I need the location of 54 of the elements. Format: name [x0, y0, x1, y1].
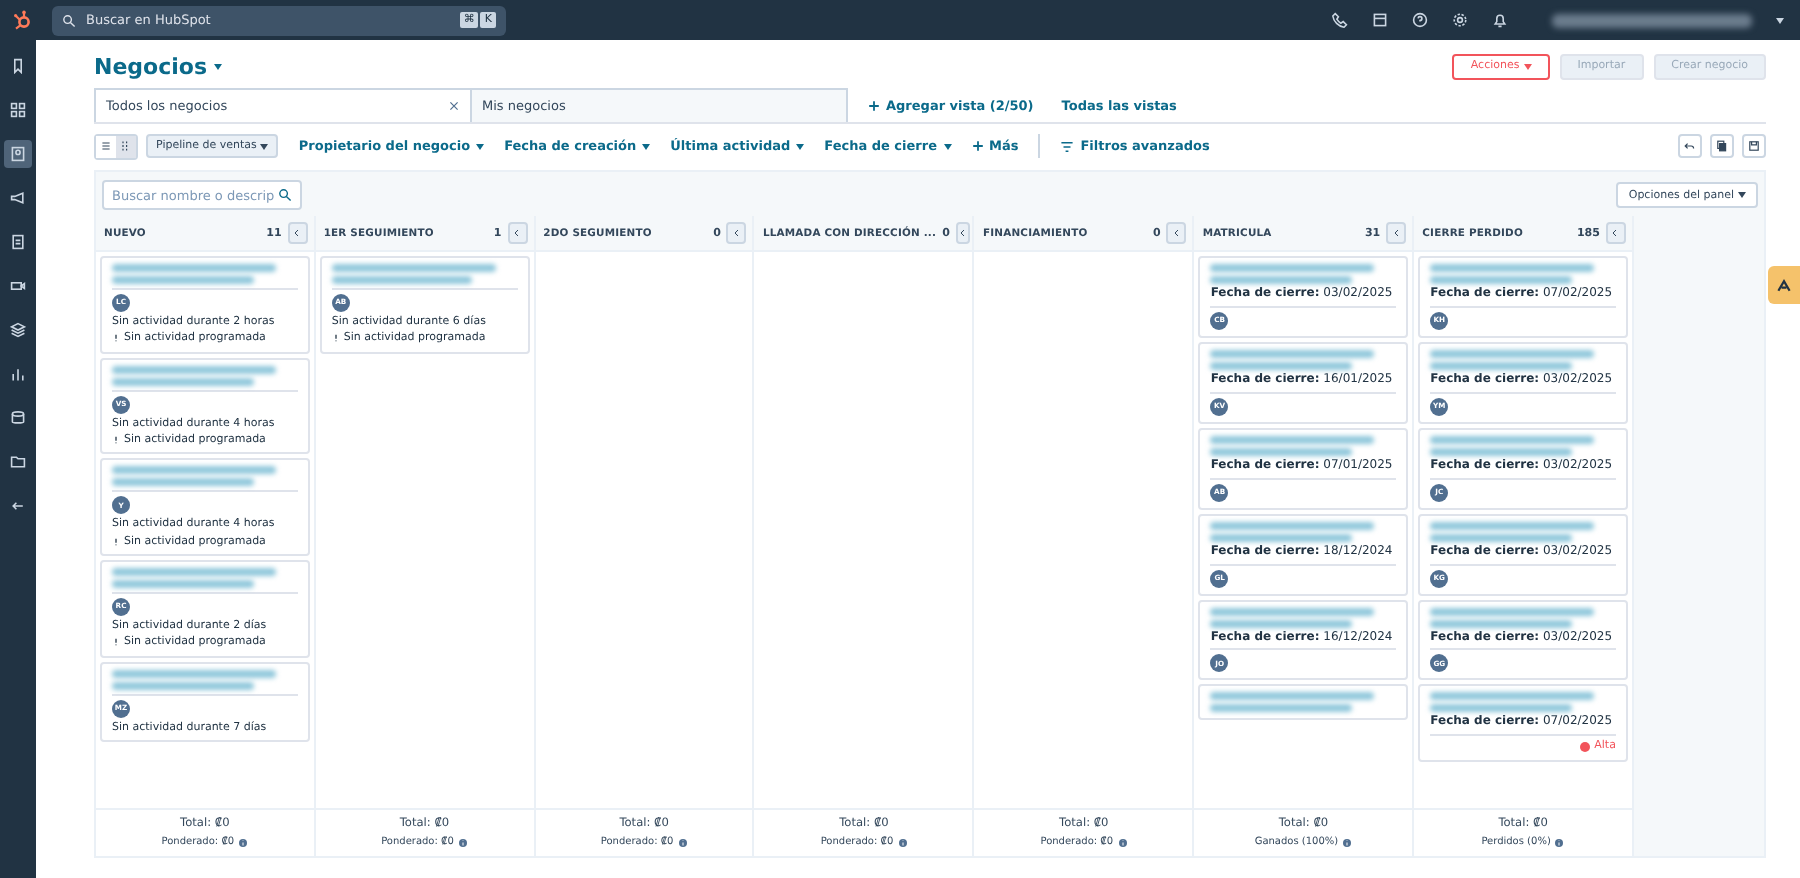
copy-icon[interactable]: [1716, 140, 1728, 152]
exclamation-icon[interactable]: [112, 334, 120, 343]
video-icon[interactable]: [10, 278, 26, 294]
caret-icon: [260, 143, 269, 149]
caret-icon: [476, 143, 485, 149]
chart-icon[interactable]: [10, 366, 26, 382]
search-icon[interactable]: [278, 188, 292, 202]
caret-icon: [943, 143, 951, 149]
grid-icon[interactable]: [10, 102, 26, 118]
document-icon[interactable]: [10, 234, 26, 250]
info-icon[interactable]: [1117, 837, 1128, 847]
exclamation-icon[interactable]: [112, 436, 120, 445]
exclamation-icon[interactable]: [112, 537, 120, 546]
bell-icon[interactable]: [1492, 12, 1508, 28]
save-button[interactable]: [1742, 134, 1766, 158]
caret-icon: [796, 143, 805, 149]
sprocket-logo-icon[interactable]: [12, 10, 32, 30]
exclamation-icon[interactable]: [331, 334, 340, 343]
info-icon[interactable]: [1342, 837, 1353, 847]
caret-icon: [213, 63, 221, 69]
plus-icon[interactable]: [971, 140, 983, 152]
info-icon[interactable]: [677, 837, 688, 847]
close-icon[interactable]: [448, 100, 460, 112]
settings-icon[interactable]: [1452, 12, 1468, 28]
collapse-arrow-icon[interactable]: [10, 498, 26, 514]
folder-icon[interactable]: [10, 454, 26, 470]
phone-icon[interactable]: [1332, 12, 1348, 28]
floating-assistant-tab[interactable]: [1768, 266, 1800, 304]
logo-mark-icon[interactable]: [1776, 277, 1792, 293]
grid-icon[interactable]: [120, 140, 132, 152]
caret-icon: [1738, 192, 1746, 198]
info-icon[interactable]: [897, 837, 908, 847]
help-icon[interactable]: [1412, 12, 1428, 28]
contacts-icon[interactable]: [10, 146, 26, 162]
bookmark-icon[interactable]: [10, 58, 26, 74]
filter-icon[interactable]: [1060, 139, 1075, 153]
sidebar-item[interactable]: [4, 140, 32, 168]
info-icon[interactable]: [238, 837, 249, 847]
database-icon[interactable]: [10, 410, 26, 426]
save-icon[interactable]: [1748, 140, 1760, 152]
info-icon[interactable]: [1554, 837, 1565, 847]
plus-icon[interactable]: [868, 99, 880, 111]
caret-icon: [642, 143, 651, 149]
marketplace-icon[interactable]: [1372, 12, 1388, 28]
megaphone-icon[interactable]: [10, 190, 26, 206]
caret-icon: [1523, 63, 1532, 69]
undo-icon[interactable]: [1684, 140, 1696, 152]
list-icon[interactable]: [100, 140, 112, 152]
copy-button[interactable]: [1710, 134, 1734, 158]
exclamation-icon[interactable]: [112, 638, 120, 647]
page-title[interactable]: Negocios: [94, 53, 221, 79]
info-icon[interactable]: [457, 837, 468, 847]
caret-icon: [1776, 17, 1784, 23]
layers-icon[interactable]: [10, 322, 26, 338]
